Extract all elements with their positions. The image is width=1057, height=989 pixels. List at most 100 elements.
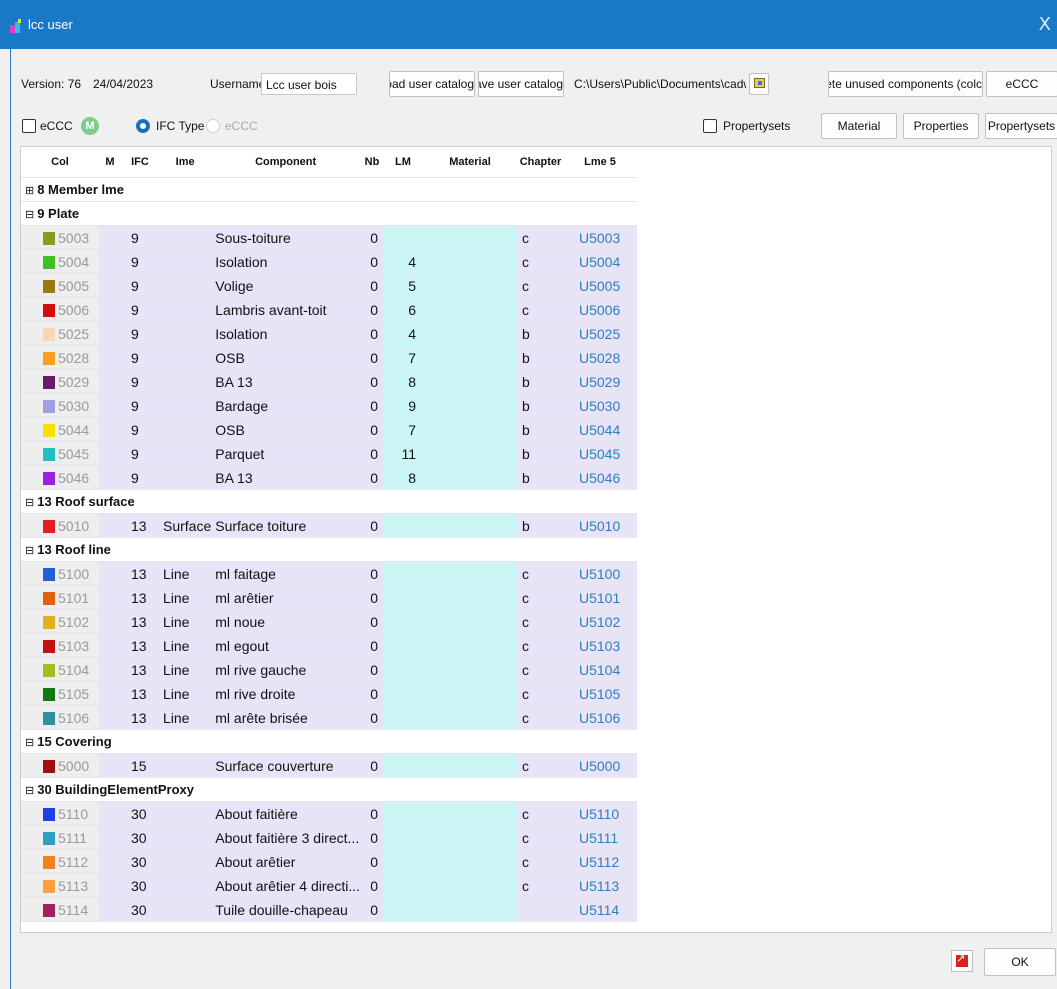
m-cell[interactable] bbox=[99, 897, 121, 922]
material-cell[interactable] bbox=[422, 801, 518, 826]
ime-cell[interactable] bbox=[159, 801, 212, 826]
ifc-cell[interactable]: 9 bbox=[121, 249, 159, 274]
nb-cell[interactable]: 0 bbox=[360, 873, 384, 898]
material-cell[interactable] bbox=[422, 705, 518, 730]
ime-cell[interactable] bbox=[159, 273, 212, 298]
ime-cell[interactable]: Line bbox=[159, 705, 212, 730]
chapter-cell[interactable]: b bbox=[518, 441, 563, 466]
lme-cell[interactable]: U5103 bbox=[563, 633, 637, 658]
ime-cell[interactable] bbox=[159, 321, 212, 346]
chapter-cell[interactable]: b bbox=[518, 393, 563, 418]
color-cell[interactable]: 5004 bbox=[21, 249, 99, 274]
material-cell[interactable] bbox=[422, 633, 518, 658]
chapter-cell[interactable]: c bbox=[518, 753, 563, 778]
group-row[interactable]: ⊟ 15 Covering bbox=[21, 729, 637, 754]
nb-cell[interactable]: 0 bbox=[360, 441, 384, 466]
table-row[interactable]: 5044 9 OSB 0 7 b U5044 bbox=[21, 417, 637, 442]
lm-cell[interactable]: 7 bbox=[384, 345, 422, 370]
chapter-cell[interactable]: c bbox=[518, 585, 563, 610]
table-row[interactable]: 5028 9 OSB 0 7 b U5028 bbox=[21, 345, 637, 370]
nb-cell[interactable]: 0 bbox=[360, 657, 384, 682]
table-row[interactable]: 5029 9 BA 13 0 8 b U5029 bbox=[21, 369, 637, 394]
ime-cell[interactable]: Surface bbox=[159, 513, 212, 538]
collapse-icon[interactable]: ⊟ bbox=[25, 208, 34, 221]
component-grid[interactable]: Col M IFC Ime Component Nb LM Material Chapter Lm… bbox=[20, 146, 1052, 933]
material-cell[interactable] bbox=[422, 321, 518, 346]
color-cell[interactable]: 5044 bbox=[21, 417, 99, 442]
ime-cell[interactable] bbox=[159, 465, 212, 490]
properties-button[interactable]: Properties bbox=[903, 113, 979, 139]
material-cell[interactable] bbox=[422, 681, 518, 706]
nb-cell[interactable]: 0 bbox=[360, 801, 384, 826]
ifc-cell[interactable]: 9 bbox=[121, 417, 159, 442]
chapter-cell[interactable]: b bbox=[518, 465, 563, 490]
color-cell[interactable]: 5104 bbox=[21, 657, 99, 682]
material-cell[interactable] bbox=[422, 873, 518, 898]
nb-cell[interactable]: 0 bbox=[360, 825, 384, 850]
column-header-component[interactable]: Component bbox=[211, 147, 360, 178]
propertysets-checkbox[interactable] bbox=[703, 119, 717, 133]
chapter-cell[interactable]: c bbox=[518, 273, 563, 298]
lme-cell[interactable]: U5110 bbox=[563, 801, 637, 826]
m-cell[interactable] bbox=[99, 825, 121, 850]
chapter-cell[interactable]: c bbox=[518, 561, 563, 586]
column-header-chapter[interactable]: Chapter bbox=[518, 147, 563, 178]
m-cell[interactable] bbox=[99, 393, 121, 418]
color-cell[interactable]: 5113 bbox=[21, 873, 99, 898]
lme-cell[interactable]: U5044 bbox=[563, 417, 637, 442]
ifc-cell[interactable]: 13 bbox=[121, 705, 159, 730]
material-button[interactable]: Material bbox=[821, 113, 897, 139]
color-cell[interactable]: 5110 bbox=[21, 801, 99, 826]
table-row[interactable]: 5111 30 About faitière 3 direct... 0 c U5111 bbox=[21, 825, 637, 850]
ime-cell[interactable] bbox=[159, 225, 212, 250]
chapter-cell[interactable]: c bbox=[518, 633, 563, 658]
lm-cell[interactable] bbox=[384, 753, 422, 778]
m-cell[interactable] bbox=[99, 585, 121, 610]
nb-cell[interactable]: 0 bbox=[360, 585, 384, 610]
color-cell[interactable]: 5028 bbox=[21, 345, 99, 370]
ifc-cell[interactable]: 30 bbox=[121, 897, 159, 922]
nb-cell[interactable]: 0 bbox=[360, 321, 384, 346]
nb-cell[interactable]: 0 bbox=[360, 393, 384, 418]
ifc-cell[interactable]: 9 bbox=[121, 393, 159, 418]
m-cell[interactable] bbox=[99, 705, 121, 730]
component-cell[interactable]: OSB bbox=[211, 417, 360, 442]
component-cell[interactable]: ml faitage bbox=[211, 561, 360, 586]
component-cell[interactable]: Sous-toiture bbox=[211, 225, 360, 250]
ifc-cell[interactable]: 13 bbox=[121, 513, 159, 538]
color-cell[interactable]: 5029 bbox=[21, 369, 99, 394]
table-row[interactable]: 5114 30 Tuile douille-chapeau 0 U5114 bbox=[21, 897, 637, 922]
chapter-cell[interactable]: c bbox=[518, 249, 563, 274]
ok-button[interactable]: OK bbox=[984, 948, 1056, 976]
m-cell[interactable] bbox=[99, 417, 121, 442]
component-cell[interactable]: BA 13 bbox=[211, 465, 360, 490]
ime-cell[interactable] bbox=[159, 297, 212, 322]
ifc-cell[interactable]: 13 bbox=[121, 633, 159, 658]
table-row[interactable]: 5101 13 Line ml arêtier 0 c U5101 bbox=[21, 585, 637, 610]
ifc-cell[interactable]: 9 bbox=[121, 465, 159, 490]
nb-cell[interactable]: 0 bbox=[360, 561, 384, 586]
eccc-radio[interactable] bbox=[206, 119, 220, 133]
lm-cell[interactable] bbox=[384, 585, 422, 610]
color-cell[interactable]: 5030 bbox=[21, 393, 99, 418]
lm-cell[interactable] bbox=[384, 561, 422, 586]
lm-cell[interactable]: 11 bbox=[384, 441, 422, 466]
nb-cell[interactable]: 0 bbox=[360, 225, 384, 250]
m-cell[interactable] bbox=[99, 321, 121, 346]
chapter-cell[interactable]: c bbox=[518, 609, 563, 634]
column-header-m[interactable]: M bbox=[99, 147, 121, 178]
m-cell[interactable] bbox=[99, 849, 121, 874]
component-cell[interactable]: ml rive droite bbox=[211, 681, 360, 706]
component-cell[interactable]: Bardage bbox=[211, 393, 360, 418]
ifc-cell[interactable]: 9 bbox=[121, 345, 159, 370]
m-cell[interactable] bbox=[99, 633, 121, 658]
chapter-cell[interactable]: c bbox=[518, 801, 563, 826]
lme-cell[interactable]: U5100 bbox=[563, 561, 637, 586]
nb-cell[interactable]: 0 bbox=[360, 705, 384, 730]
color-cell[interactable]: 5112 bbox=[21, 849, 99, 874]
table-row[interactable]: 5106 13 Line ml arête brisée 0 c U5106 bbox=[21, 705, 637, 730]
m-cell[interactable] bbox=[99, 513, 121, 538]
lme-cell[interactable]: U5113 bbox=[563, 873, 637, 898]
table-row[interactable]: 5110 30 About faitière 0 c U5110 bbox=[21, 801, 637, 826]
m-cell[interactable] bbox=[99, 297, 121, 322]
